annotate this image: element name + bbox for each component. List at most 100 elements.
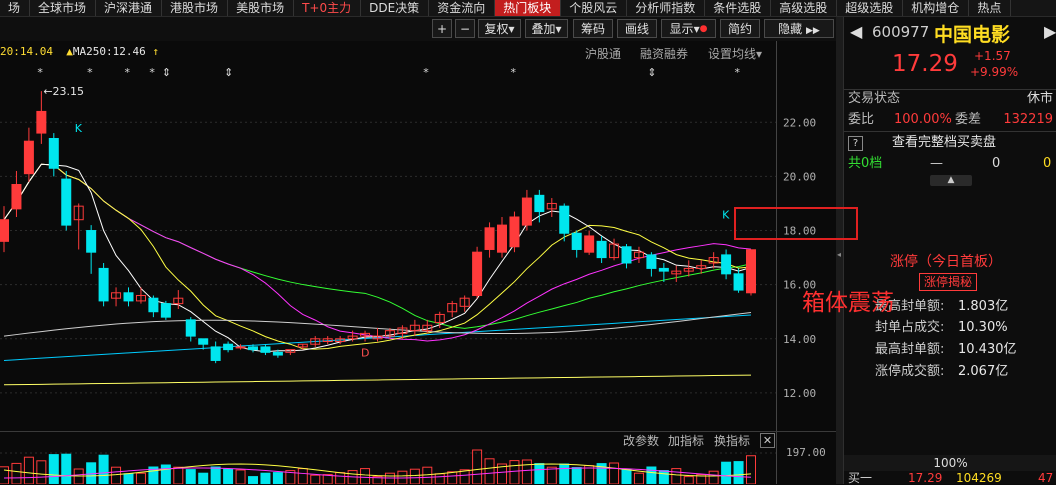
candle-body [235, 346, 246, 349]
weibi-row: 委比 100.00% 委差 132219 [844, 110, 1056, 130]
candle-body [621, 246, 632, 264]
candle-mark-label: K [722, 208, 730, 221]
splitter-arrow-icon[interactable]: ◂ [837, 250, 841, 259]
event-star-icon: * [87, 66, 93, 79]
menu-item[interactable]: 分析师指数 [627, 0, 706, 16]
chouma-button[interactable]: 筹码 [573, 19, 613, 38]
top-menu: 场全球市场 沪深港通 港股市场 美股市场 T+0主力 DDE决策 资金流向 热门板块 个股风云分… [0, 0, 1056, 17]
volume-bar [135, 472, 146, 484]
xianshi-button[interactable]: 显示▾● [661, 19, 716, 38]
volume-bar [708, 470, 719, 484]
volume-bar [173, 466, 184, 484]
menu-item[interactable]: 超级选股 [837, 0, 904, 16]
volume-bar [571, 467, 582, 484]
double-arrow-icon: ▶▶ [806, 26, 820, 36]
view-book-link[interactable]: 查看完整档买卖盘 [892, 133, 996, 153]
volume-chart: 197.00 [0, 448, 826, 484]
menu-item[interactable]: 个股风云 [561, 0, 628, 16]
volume-bar [633, 472, 644, 484]
candle-body [484, 227, 495, 250]
volume-bar [98, 454, 109, 484]
limit-reveal-button[interactable]: 涨停揭秘 [919, 273, 978, 291]
volume-bar [621, 469, 632, 484]
candle-body [61, 178, 72, 226]
candle-body [248, 346, 258, 351]
cj-value: 2.067亿 [958, 364, 1009, 379]
red-dot-icon: ● [699, 24, 708, 34]
buy1-price: 17.29 [908, 471, 943, 485]
ma250-line [3, 374, 752, 386]
lower-divider [0, 431, 836, 432]
switch-indicator-link[interactable]: 换指标 [714, 432, 750, 449]
candlestick-chart[interactable]: 22.0020.0018.0016.0014.0012.00←23.15KKD*… [0, 60, 836, 432]
volume-bar [509, 460, 520, 484]
add-indicator-link[interactable]: 加指标 [668, 432, 704, 449]
menu-item[interactable]: 高级选股 [771, 0, 838, 16]
candle-body [658, 267, 669, 272]
quote-panel: ◀ 600977 中国电影 ▶ 17.29 +1.57 +9.99% 交易状态 … [843, 17, 1056, 485]
price-tick-label: 14.00 [783, 333, 816, 346]
event-star-icon: * [510, 66, 516, 79]
limit-up-title: 涨停（今日首板） [890, 254, 1002, 270]
menu-item[interactable]: 热门板块 [495, 0, 562, 16]
zhan-label: 封单占成交: [875, 320, 945, 335]
huaxian-button[interactable]: 画线 [617, 19, 657, 38]
candle-mark-label: D [361, 347, 369, 360]
event-star-icon: ⇕ [162, 66, 171, 79]
status-label: 交易状态 [848, 91, 901, 106]
event-star-icon: * [423, 66, 429, 79]
candle-body [11, 184, 22, 210]
cj-label: 涨停成交额: [875, 364, 945, 379]
menu-item[interactable]: 条件选股 [705, 0, 772, 16]
feng-value: 1.803亿 [958, 299, 1009, 314]
menu-item[interactable]: 全球市场 [30, 0, 97, 16]
candle-body [198, 338, 209, 345]
candle-body [596, 240, 607, 259]
zoom-in-button[interactable]: + [432, 19, 452, 38]
yincang-button[interactable]: 隐藏 ▶▶ [764, 19, 834, 38]
volume-bar [223, 468, 234, 484]
zoom-out-button[interactable]: − [455, 19, 475, 38]
next-stock-icon[interactable]: ▶ [1044, 22, 1056, 41]
volume-bar [11, 462, 22, 484]
volume-tick-label: 197.00 [786, 448, 826, 459]
volume-bar [248, 476, 258, 484]
fuquan-label: 复权 [484, 22, 509, 36]
candle-body [123, 292, 134, 302]
collapse-arrow-icon[interactable]: ▲ [930, 175, 972, 186]
change-params-link[interactable]: 改参数 [623, 432, 659, 449]
ma-indicator-text: 20:14.04 ▲MA250:12.46 ↑ [0, 45, 159, 58]
candle-body [148, 297, 159, 313]
price-axis-divider [776, 41, 777, 484]
volume-bar [160, 464, 171, 484]
menu-item[interactable]: 美股市场 [228, 0, 295, 16]
view-book-row[interactable]: ? 查看完整档买卖盘 [844, 133, 1056, 153]
candle-body [210, 346, 221, 361]
menu-item[interactable]: DDE决策 [361, 0, 430, 16]
menu-item[interactable]: T+0主力 [294, 0, 362, 16]
volume-bar [23, 456, 34, 484]
volume-bar [235, 469, 246, 484]
help-icon[interactable]: ? [848, 136, 863, 151]
menu-item[interactable]: 热点 [969, 0, 1012, 16]
volume-bar [198, 472, 209, 484]
fuquan-button[interactable]: 复权▾ [478, 19, 521, 38]
candle-body [721, 254, 732, 275]
candle-body [160, 303, 171, 318]
close-icon[interactable]: ✕ [760, 433, 775, 448]
volume-bar [360, 468, 371, 484]
diejia-button[interactable]: 叠加▾ [525, 19, 568, 38]
menu-item[interactable]: 场 [0, 0, 31, 16]
candle-body [472, 251, 483, 296]
menu-item[interactable]: 港股市场 [162, 0, 229, 16]
jianyue-button[interactable]: 简约 [720, 19, 760, 38]
volume-bar [297, 468, 308, 484]
weibi-value: 100.00% [894, 112, 952, 127]
event-star-icon: * [125, 66, 131, 79]
menu-item[interactable]: 机构增仓 [903, 0, 970, 16]
prev-stock-icon[interactable]: ◀ [850, 22, 862, 41]
menu-item[interactable]: 沪深港通 [96, 0, 163, 16]
volume-bar [73, 468, 84, 484]
event-star-icon: * [149, 66, 155, 79]
menu-item[interactable]: 资金流向 [429, 0, 496, 16]
